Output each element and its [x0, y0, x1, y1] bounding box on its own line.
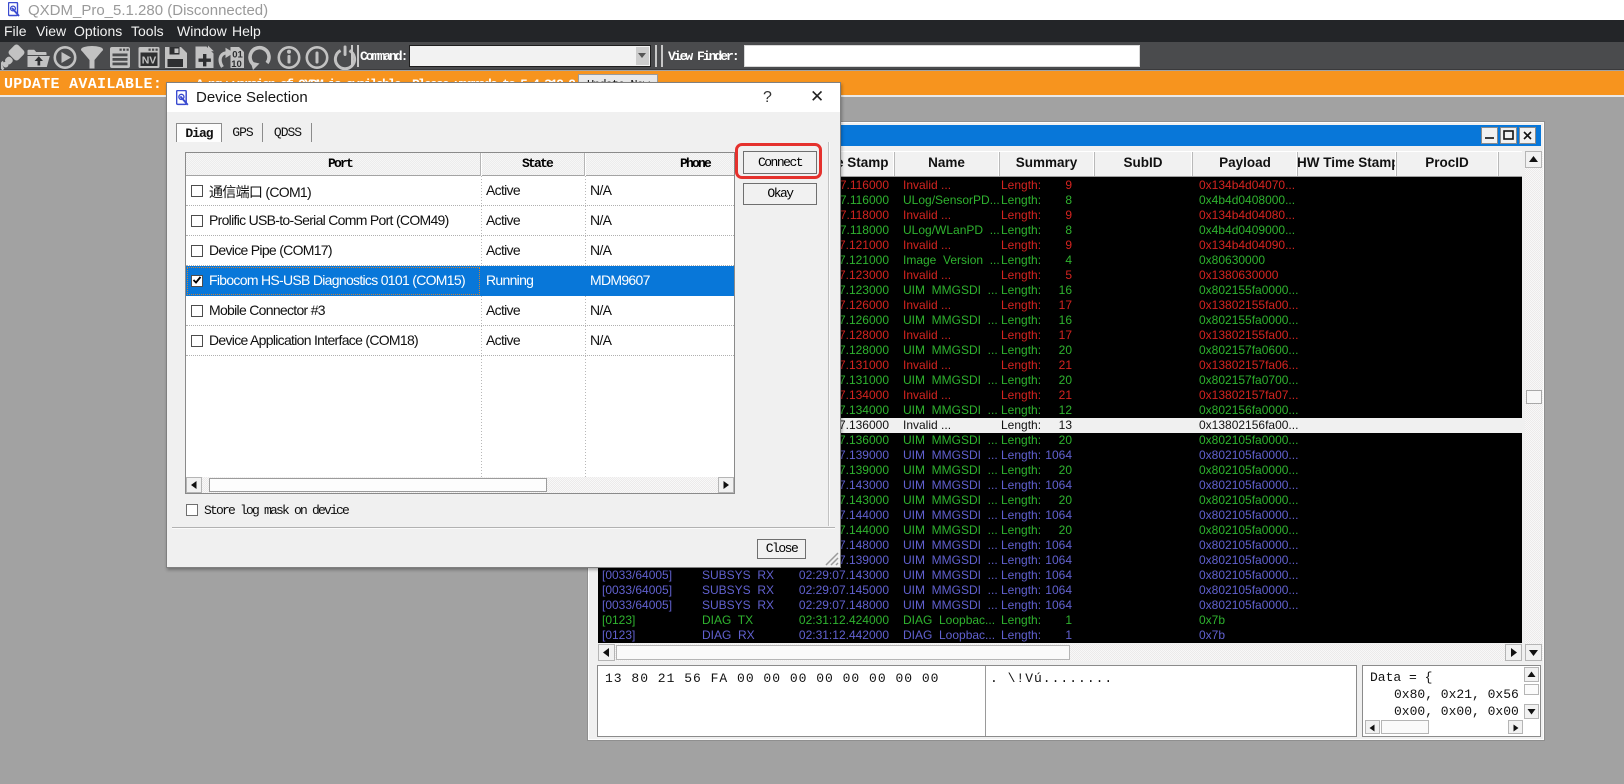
svg-text:NV: NV	[142, 55, 157, 67]
svg-text:10: 10	[231, 59, 242, 70]
